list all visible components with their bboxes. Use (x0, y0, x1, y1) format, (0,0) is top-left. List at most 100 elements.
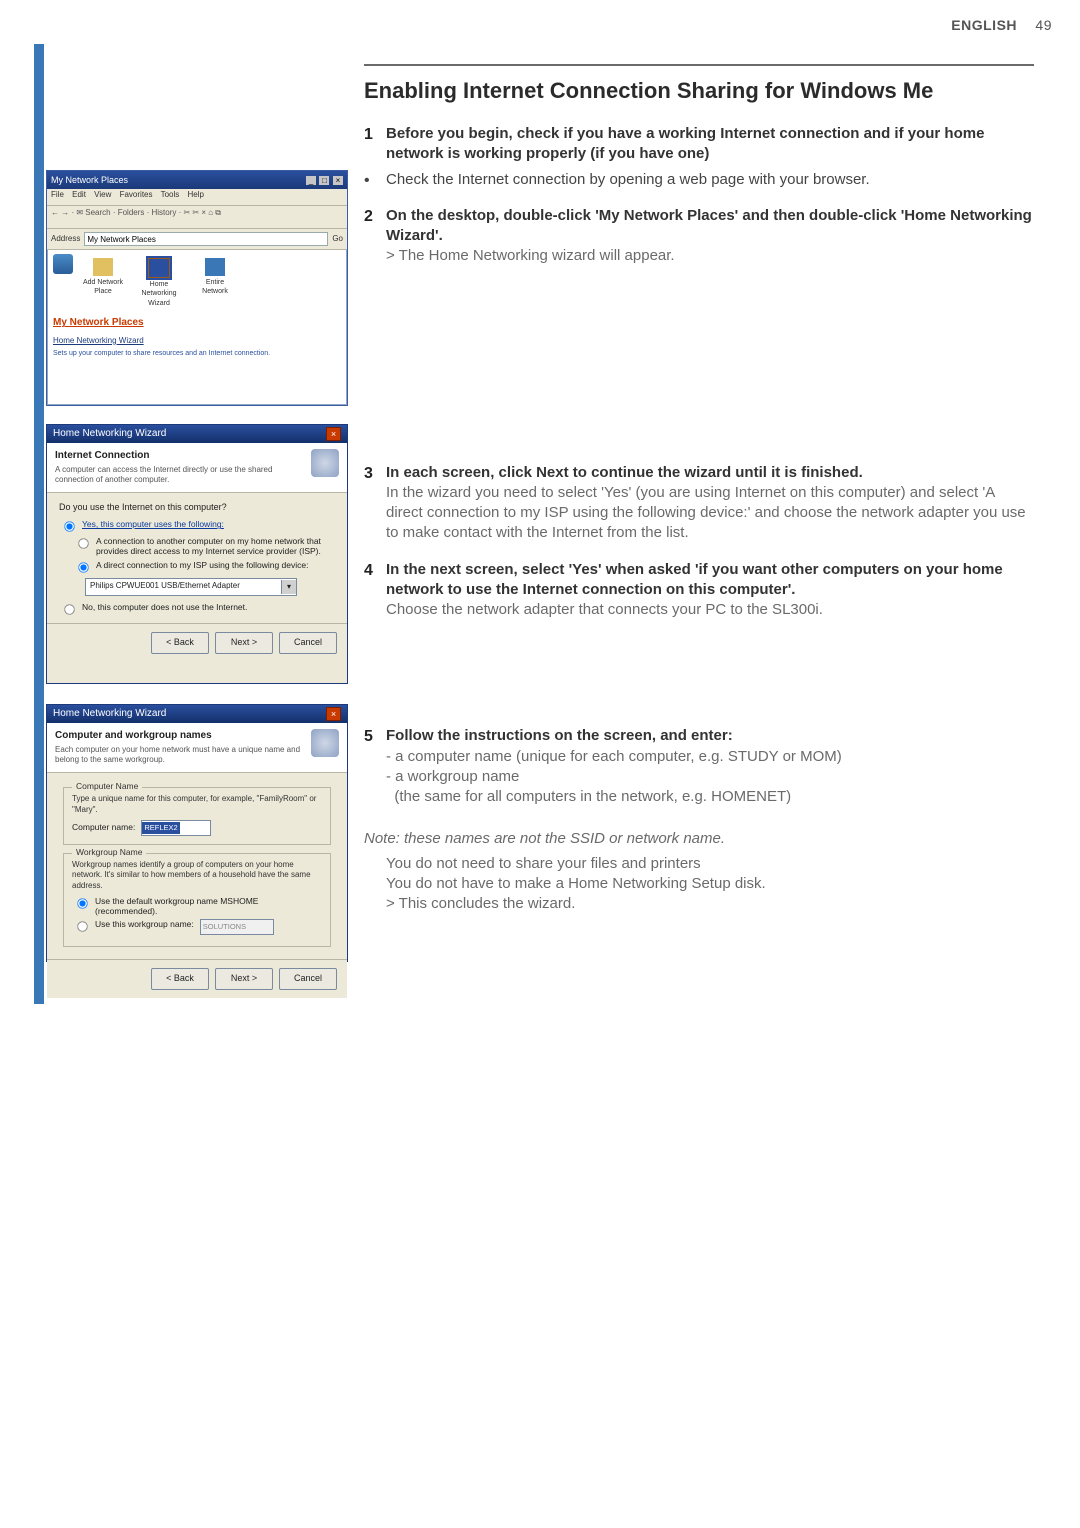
wizard-graphic-icon (311, 729, 339, 757)
legend-computer-name: Computer Name (72, 781, 142, 792)
icon-label: Home Networking Wizard (137, 280, 181, 308)
radio-custom-workgroup[interactable] (77, 922, 87, 932)
menu-tools[interactable]: Tools (161, 190, 180, 199)
screenshot-my-network-places: My Network Places _ □ × File Edit View F… (46, 170, 348, 406)
chevron-down-icon[interactable]: ▾ (281, 580, 296, 594)
note-block: Note: these names are not the SSID or ne… (364, 829, 1034, 914)
menu-help[interactable]: Help (188, 190, 204, 199)
adapter-dropdown-value: Philips CPWUE001 USB/Ethernet Adapter (86, 581, 281, 592)
dialog-body: Do you use the Internet on this computer… (47, 493, 347, 623)
maximize-icon[interactable]: □ (319, 176, 329, 185)
next-button[interactable]: Next > (215, 968, 273, 990)
folder-icon (93, 258, 113, 276)
radio-direct-connection-label: A direct connection to my ISP using the … (96, 560, 308, 570)
menu-view[interactable]: View (94, 190, 111, 199)
bullet-icon: • (364, 170, 386, 192)
panel-description: Sets up your computer to share resources… (53, 349, 341, 358)
step-5-line3: (the same for all computers in the netwo… (386, 787, 1034, 807)
dialog-title: Home Networking Wizard (53, 427, 166, 441)
dialog-titlebar[interactable]: Home Networking Wizard × (47, 425, 347, 443)
radio-shared-connection-label: A connection to another computer on my h… (96, 536, 335, 556)
note-italic: Note: these names are not the SSID or ne… (364, 829, 1034, 849)
radio-custom-workgroup-label: Use this workgroup name: (95, 919, 194, 929)
screenshot-wizard-computer-names: Home Networking Wizard × Computer and wo… (46, 704, 348, 962)
close-icon[interactable]: × (326, 707, 341, 721)
dialog-header: Computer and workgroup names Each comput… (47, 723, 347, 773)
step-4-text: In the next screen, select 'Yes' when as… (386, 560, 1034, 601)
question-text: Do you use the Internet on this computer… (59, 501, 335, 513)
computer-name-label: Computer name: (72, 822, 135, 833)
menu-file[interactable]: File (51, 190, 64, 199)
step-1: 1 Before you begin, check if you have a … (364, 124, 1034, 165)
radio-default-workgroup[interactable] (77, 898, 87, 908)
menu-bar[interactable]: File Edit View Favorites Tools Help (47, 189, 347, 206)
icon-home-networking-wizard[interactable]: Home Networking Wizard (137, 258, 181, 308)
back-button[interactable]: < Back (151, 968, 209, 990)
note-line2: You do not have to make a Home Networkin… (386, 874, 1034, 894)
dialog-header-subtitle: A computer can access the Internet direc… (55, 465, 305, 487)
dialog-header-title: Computer and workgroup names (55, 729, 305, 743)
go-button[interactable]: Go (332, 234, 343, 245)
step-number: 3 (364, 463, 386, 485)
fieldset-computer-name: Computer Name Type a unique name for thi… (63, 787, 331, 845)
menu-edit[interactable]: Edit (72, 190, 86, 199)
margin-accent (34, 44, 44, 1004)
wizard-graphic-icon (311, 449, 339, 477)
icon-entire-network[interactable]: Entire Network (193, 258, 237, 308)
menu-favorites[interactable]: Favorites (120, 190, 153, 199)
address-bar[interactable]: Address Go (47, 229, 347, 250)
step-5: 5 Follow the instructions on the screen,… (364, 726, 1034, 807)
step-2-result: > The Home Networking wizard will appear… (386, 246, 1034, 266)
radio-default-workgroup-label: Use the default workgroup name MSHOME (r… (95, 896, 322, 916)
panel-heading: My Network Places (53, 316, 341, 330)
panel-subheading: Home Networking Wizard (53, 336, 341, 347)
icon-add-network-place[interactable]: Add Network Place (81, 258, 125, 308)
page-title: Enabling Internet Connection Sharing for… (364, 76, 1034, 106)
cancel-button[interactable]: Cancel (279, 632, 337, 654)
divider (364, 64, 1034, 66)
toolbar[interactable]: ← → · ✉ Search · Folders · History · ✂ ✂… (47, 206, 347, 229)
close-icon[interactable]: × (326, 427, 341, 441)
screenshot-wizard-internet-connection: Home Networking Wizard × Internet Connec… (46, 424, 348, 684)
step-5-line2: - a workgroup name (386, 767, 1034, 787)
language-label: ENGLISH (951, 17, 1017, 33)
next-button[interactable]: Next > (215, 632, 273, 654)
window-titlebar[interactable]: My Network Places _ □ × (47, 171, 347, 189)
dialog-body: Computer Name Type a unique name for thi… (47, 773, 347, 959)
dialog-titlebar[interactable]: Home Networking Wizard × (47, 705, 347, 723)
explorer-body: Add Network Place Home Networking Wizard… (47, 250, 347, 362)
hint-computer-name: Type a unique name for this computer, fo… (72, 794, 322, 816)
dialog-title: Home Networking Wizard (53, 707, 166, 721)
minimize-icon[interactable]: _ (306, 176, 316, 185)
radio-shared-connection[interactable] (78, 539, 88, 549)
globe-icon (53, 254, 73, 274)
radio-yes[interactable] (64, 522, 74, 532)
step-4-detail: Choose the network adapter that connects… (386, 600, 1034, 620)
step-1-bullet: • Check the Internet connection by openi… (364, 170, 1034, 192)
close-icon[interactable]: × (333, 176, 343, 185)
step-3-detail: In the wizard you need to select 'Yes' (… (386, 483, 1034, 544)
computer-name-value: REFLEX2 (142, 822, 179, 834)
hint-workgroup-name: Workgroup names identify a group of comp… (72, 860, 322, 892)
step-1-text: Before you begin, check if you have a wo… (386, 125, 984, 162)
address-input[interactable] (84, 232, 328, 246)
dialog-header-title: Internet Connection (55, 449, 305, 463)
workgroup-name-input[interactable]: SOLUTIONS (200, 919, 274, 935)
legend-workgroup-name: Workgroup Name (72, 847, 146, 858)
step-number: 5 (364, 726, 386, 748)
content-column: Enabling Internet Connection Sharing for… (364, 64, 1034, 914)
adapter-dropdown[interactable]: Philips CPWUE001 USB/Ethernet Adapter ▾ (85, 578, 297, 596)
icon-label: Entire Network (193, 278, 237, 297)
step-5-text: Follow the instructions on the screen, a… (386, 726, 1034, 746)
radio-direct-connection[interactable] (78, 562, 88, 572)
back-button[interactable]: < Back (151, 632, 209, 654)
cancel-button[interactable]: Cancel (279, 968, 337, 990)
dialog-footer: < Back Next > Cancel (47, 959, 347, 998)
window-controls[interactable]: _ □ × (305, 174, 343, 186)
dialog-header-subtitle: Each computer on your home network must … (55, 745, 305, 767)
radio-no[interactable] (64, 604, 74, 614)
computer-name-input[interactable]: REFLEX2 (141, 820, 211, 836)
radio-no-label: No, this computer does not use the Inter… (82, 602, 247, 612)
fieldset-workgroup-name: Workgroup Name Workgroup names identify … (63, 853, 331, 948)
step-number: 4 (364, 560, 386, 582)
